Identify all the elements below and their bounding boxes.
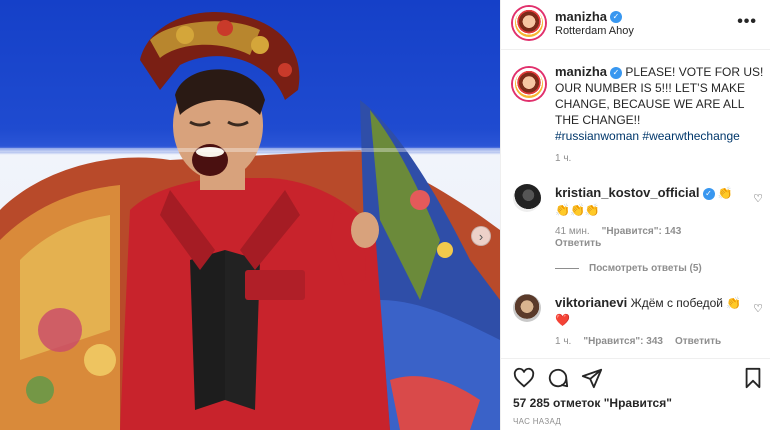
view-replies-toggle[interactable]: Посмотреть ответы (5) xyxy=(555,263,702,274)
reply-button[interactable]: Ответить xyxy=(555,238,601,249)
comment-meta: 41 мин. "Нравится": 143 xyxy=(555,226,693,237)
caption-avatar[interactable] xyxy=(513,68,545,100)
chevron-right-icon: › xyxy=(478,228,484,244)
comment-like-button[interactable]: ♡ xyxy=(753,192,763,205)
hashtag-link[interactable]: #russianwoman xyxy=(555,129,639,143)
ellipsis-icon: ••• xyxy=(737,13,757,30)
verified-badge-icon: ✓ xyxy=(702,187,715,200)
comment-like-button[interactable]: ♡ xyxy=(753,302,763,315)
comment-bubble-icon[interactable] xyxy=(547,367,569,389)
post-photo[interactable]: › xyxy=(0,0,500,430)
bookmark-icon[interactable] xyxy=(743,367,763,389)
comment-time[interactable]: 1 ч. xyxy=(555,336,571,347)
post-actions-bar: 57 285 отметок "Нравится" ЧАС НАЗАД xyxy=(501,358,770,430)
caption-username[interactable]: manizha xyxy=(555,64,607,79)
commenter-avatar[interactable] xyxy=(513,294,541,322)
post-header: manizha ✓ Rotterdam Ahoy ••• xyxy=(501,0,770,50)
view-replies-label: Посмотреть ответы (5) xyxy=(589,263,702,274)
post-side-panel: manizha ✓ Rotterdam Ahoy ••• manizha ✓ PLE… xyxy=(500,0,770,430)
comment-body: Ждём с победой xyxy=(630,296,723,310)
heart-outline-icon[interactable] xyxy=(513,367,535,389)
author-username[interactable]: manizha xyxy=(555,9,607,24)
comment-likes-count[interactable]: "Нравится": 343 xyxy=(583,336,663,347)
comment-actions: Ответить xyxy=(555,238,613,249)
comment-time[interactable]: 41 мин. xyxy=(555,226,590,237)
heart-outline-icon: ♡ xyxy=(753,303,763,315)
commenter-username[interactable]: viktorianevi xyxy=(555,295,627,310)
comment-text: viktorianevi Ждём с победой 👏❤️ xyxy=(555,294,745,329)
hashtag-link[interactable]: #wearwthechange xyxy=(642,129,739,143)
reply-button[interactable]: Ответить xyxy=(675,336,721,347)
caption-text-block: manizha ✓ PLEASE! VOTE FOR US! OUR NUMBER… xyxy=(555,64,767,144)
commenter-username[interactable]: kristian_kostov_official xyxy=(555,185,700,200)
comment-likes-count[interactable]: "Нравится": 143 xyxy=(602,226,682,237)
paper-plane-icon[interactable] xyxy=(581,367,603,389)
replies-divider xyxy=(555,268,579,269)
author-name-row: manizha ✓ xyxy=(555,8,623,26)
comment-text: kristian_kostov_official ✓ 👏👏👏👏 xyxy=(555,184,745,219)
author-avatar[interactable] xyxy=(513,7,545,39)
caption-timestamp[interactable]: 1 ч. xyxy=(555,153,571,164)
comment-meta: 1 ч. "Нравится": 343 Ответить xyxy=(555,336,733,347)
verified-badge-icon: ✓ xyxy=(610,10,623,23)
heart-outline-icon: ♡ xyxy=(753,193,763,205)
likes-count[interactable]: 57 285 отметок "Нравится" xyxy=(513,396,672,410)
next-photo-button[interactable]: › xyxy=(471,226,491,246)
post-date[interactable]: ЧАС НАЗАД xyxy=(513,417,561,426)
more-options-button[interactable]: ••• xyxy=(737,13,757,31)
performer-illustration xyxy=(0,12,500,430)
post-location[interactable]: Rotterdam Ahoy xyxy=(555,25,634,37)
verified-badge-icon: ✓ xyxy=(610,66,623,79)
commenter-avatar[interactable] xyxy=(513,184,541,212)
